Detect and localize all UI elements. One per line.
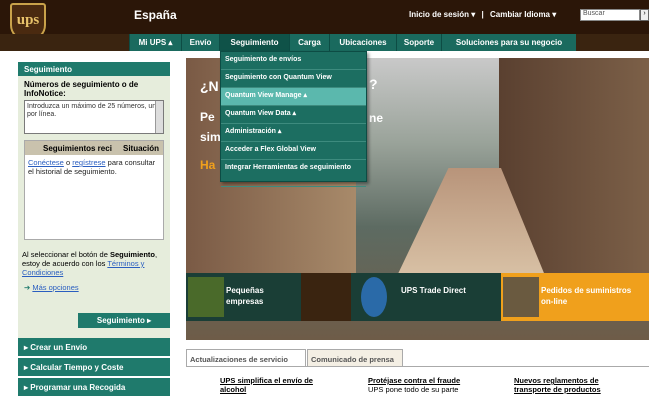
seguimiento-button[interactable]: Seguimiento ▸ xyxy=(78,313,170,328)
more-options: ➔ Más opciones xyxy=(18,277,170,292)
news-title-3[interactable]: Nuevos reglamentos de transporte de prod… xyxy=(514,376,634,394)
promo-pedidos[interactable]: Pedidos de suministros on-line xyxy=(501,273,649,321)
promo-pedidos-label: Pedidos de suministros on-line xyxy=(541,286,632,306)
tracking-label: Números de seguimiento o de InfoNotice: xyxy=(24,80,139,98)
programar-recogida-button[interactable]: ▸ Programar una Recogida xyxy=(18,378,170,396)
quick-actions: ▸ Crear un Envío ▸ Calcular Tiempo y Cos… xyxy=(18,338,170,398)
menu-item-administracion[interactable]: Administración ▴ xyxy=(221,124,366,142)
news-title-1[interactable]: UPS simplifica el envío de alcohol xyxy=(220,376,340,394)
note-1: Al seleccionar el botón de xyxy=(22,250,110,259)
calcular-tiempo-button[interactable]: ▸ Calcular Tiempo y Coste xyxy=(18,358,170,376)
news-item-2[interactable]: Protéjase contra el fraude UPS pone todo … xyxy=(368,376,488,394)
separator: | xyxy=(481,10,484,19)
col-status: Situación xyxy=(122,144,159,153)
tab-actualizaciones[interactable]: Actualizaciones de servicio xyxy=(186,349,306,367)
nav-envio[interactable]: Envío xyxy=(181,34,219,51)
login-link[interactable]: Inicio de sesión ▾ xyxy=(409,10,475,19)
supplies-image xyxy=(503,277,539,317)
history-or: o xyxy=(63,158,73,167)
login-link-2[interactable]: Conéctese xyxy=(28,158,64,167)
menu-item-quantum-manage[interactable]: Quantum View Manage ▴ xyxy=(221,88,366,106)
search-button[interactable]: › xyxy=(640,9,649,21)
promo-pequenas[interactable]: Pequeñas empresas xyxy=(186,273,301,321)
hero-text-6: ne xyxy=(369,111,384,125)
nav-soluciones[interactable]: Soluciones para su negocio xyxy=(441,34,576,51)
nav-ubicaciones[interactable]: Ubicaciones xyxy=(329,34,396,51)
promo-gap xyxy=(301,273,351,321)
promo-trade-direct[interactable]: UPS Trade Direct xyxy=(351,273,501,321)
menu-item-flex-global[interactable]: Acceder a Flex Global View xyxy=(221,142,366,160)
country-label: España xyxy=(134,8,177,22)
crear-envio-button[interactable]: ▸ Crear un Envío xyxy=(18,338,170,356)
hero-text-2: Pe xyxy=(200,110,215,124)
tracking-textarea-text: Introduzca un máximo de 25 números, uno … xyxy=(27,103,161,118)
register-link[interactable]: regístrese xyxy=(72,158,105,167)
hero-text-4: Ha xyxy=(200,158,216,172)
nav-mi-ups[interactable]: Mi UPS ▴ xyxy=(129,34,181,51)
table-header: Seguimientos reci Situación xyxy=(25,141,163,155)
promo-pequenas-label: Pequeñas empresas xyxy=(226,286,264,306)
nav-seguimiento[interactable]: Seguimiento xyxy=(219,34,289,51)
col-recent: Seguimientos reci xyxy=(43,144,112,153)
menu-item-quantum-view[interactable]: Seguimiento con Quantum View xyxy=(221,70,366,88)
menu-item-quantum-data[interactable]: Quantum View Data ▴ xyxy=(221,106,366,124)
recent-tracking-table: Seguimientos reci Situación Conéctese o … xyxy=(24,140,164,240)
promo-trade-label: UPS Trade Direct xyxy=(401,286,466,295)
seguimiento-dropdown: Seguimiento de envíos Seguimiento con Qu… xyxy=(220,51,367,187)
menu-item-integrar[interactable]: Integrar Herramientas de seguimiento xyxy=(221,160,366,187)
news-title-2[interactable]: Protéjase contra el fraude xyxy=(368,376,488,385)
tomato-image xyxy=(188,277,224,317)
hero-text-5: ? xyxy=(369,76,378,92)
tab-comunicado[interactable]: Comunicado de prensa xyxy=(307,349,403,367)
news-item-1[interactable]: UPS simplifica el envío de alcohol xyxy=(220,376,340,394)
hero-text-3: sim xyxy=(200,130,221,144)
promo-strip: Pequeñas empresas UPS Trade Direct Pedid… xyxy=(186,273,649,321)
nav-carga[interactable]: Carga xyxy=(289,34,329,51)
tracking-header: Seguimiento xyxy=(18,62,170,76)
menu-item-seguimiento-envios[interactable]: Seguimiento de envíos xyxy=(221,52,366,70)
history-text: Conéctese o regístrese para consultar el… xyxy=(25,155,163,179)
balloon-icon xyxy=(361,277,387,317)
textarea-scrollbar[interactable] xyxy=(155,101,163,133)
more-options-link[interactable]: Más opciones xyxy=(32,283,78,292)
search-input[interactable]: Buscar xyxy=(580,9,640,21)
note-bold: Seguimiento xyxy=(109,250,155,259)
tracking-panel: Seguimiento Números de seguimiento o de … xyxy=(18,62,170,342)
nav-soporte[interactable]: Soporte xyxy=(396,34,441,51)
news-tabs: Actualizaciones de servicio Comunicado d… xyxy=(186,347,649,367)
hero-text-1: ¿N xyxy=(200,78,219,94)
tracking-textarea[interactable]: Introduzca un máximo de 25 números, uno … xyxy=(24,100,164,134)
main-nav: Mi UPS ▴ Envío Seguimiento Carga Ubicaci… xyxy=(0,34,649,51)
news-item-3[interactable]: Nuevos reglamentos de transporte de prod… xyxy=(514,376,634,394)
terms-note: Al seleccionar el botón de Seguimiento, … xyxy=(18,240,170,277)
language-link[interactable]: Cambiar Idioma ▾ xyxy=(490,10,556,19)
news-body-2: UPS pone todo de su parte xyxy=(368,385,459,394)
